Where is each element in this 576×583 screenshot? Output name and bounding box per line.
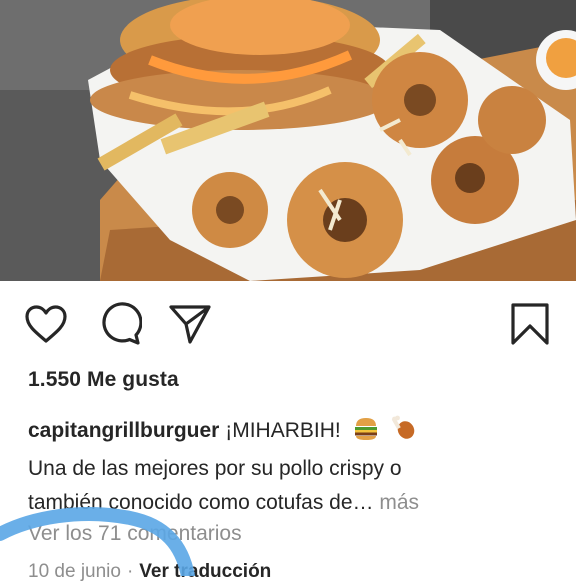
post-date: 10 de junio xyxy=(28,561,121,582)
view-comments-link[interactable]: Ver los 71 comentarios xyxy=(28,522,242,546)
more-link[interactable]: más xyxy=(379,491,419,514)
comment-bubble-icon xyxy=(102,302,142,345)
meta-separator: · xyxy=(126,561,134,582)
post-photo[interactable] xyxy=(0,0,576,281)
share-button[interactable] xyxy=(164,296,216,352)
hamburger-icon xyxy=(353,415,379,452)
caption-first-line: capitangrillburguer ¡MIHARBIH! xyxy=(28,414,558,452)
post-action-bar xyxy=(0,296,576,352)
caption-line-1: Una de las mejores por su pollo crispy o xyxy=(28,457,402,480)
likes-count[interactable]: 1.550 Me gusta xyxy=(28,368,179,392)
heart-icon xyxy=(25,305,67,343)
caption-line-2-text: también conocido como cotufas de… xyxy=(28,491,374,514)
like-button[interactable] xyxy=(20,296,72,352)
caption-line-2: también conocido como cotufas de… más xyxy=(28,486,558,520)
username-link[interactable]: capitangrillburguer xyxy=(28,419,219,442)
post-caption: capitangrillburguer ¡MIHARBIH! Una de la… xyxy=(28,414,558,520)
post-meta-line: 10 de junio · Ver traducción xyxy=(28,561,271,583)
chicken-leg-icon xyxy=(390,415,416,452)
comment-button[interactable] xyxy=(94,296,146,352)
see-translation-link[interactable]: Ver traducción xyxy=(139,561,271,582)
bookmark-icon xyxy=(511,303,549,345)
paper-plane-icon xyxy=(169,305,211,344)
caption-title: ¡MIHARBIH! xyxy=(225,419,341,442)
save-button[interactable] xyxy=(504,296,556,352)
food-photo-illustration xyxy=(0,0,576,281)
